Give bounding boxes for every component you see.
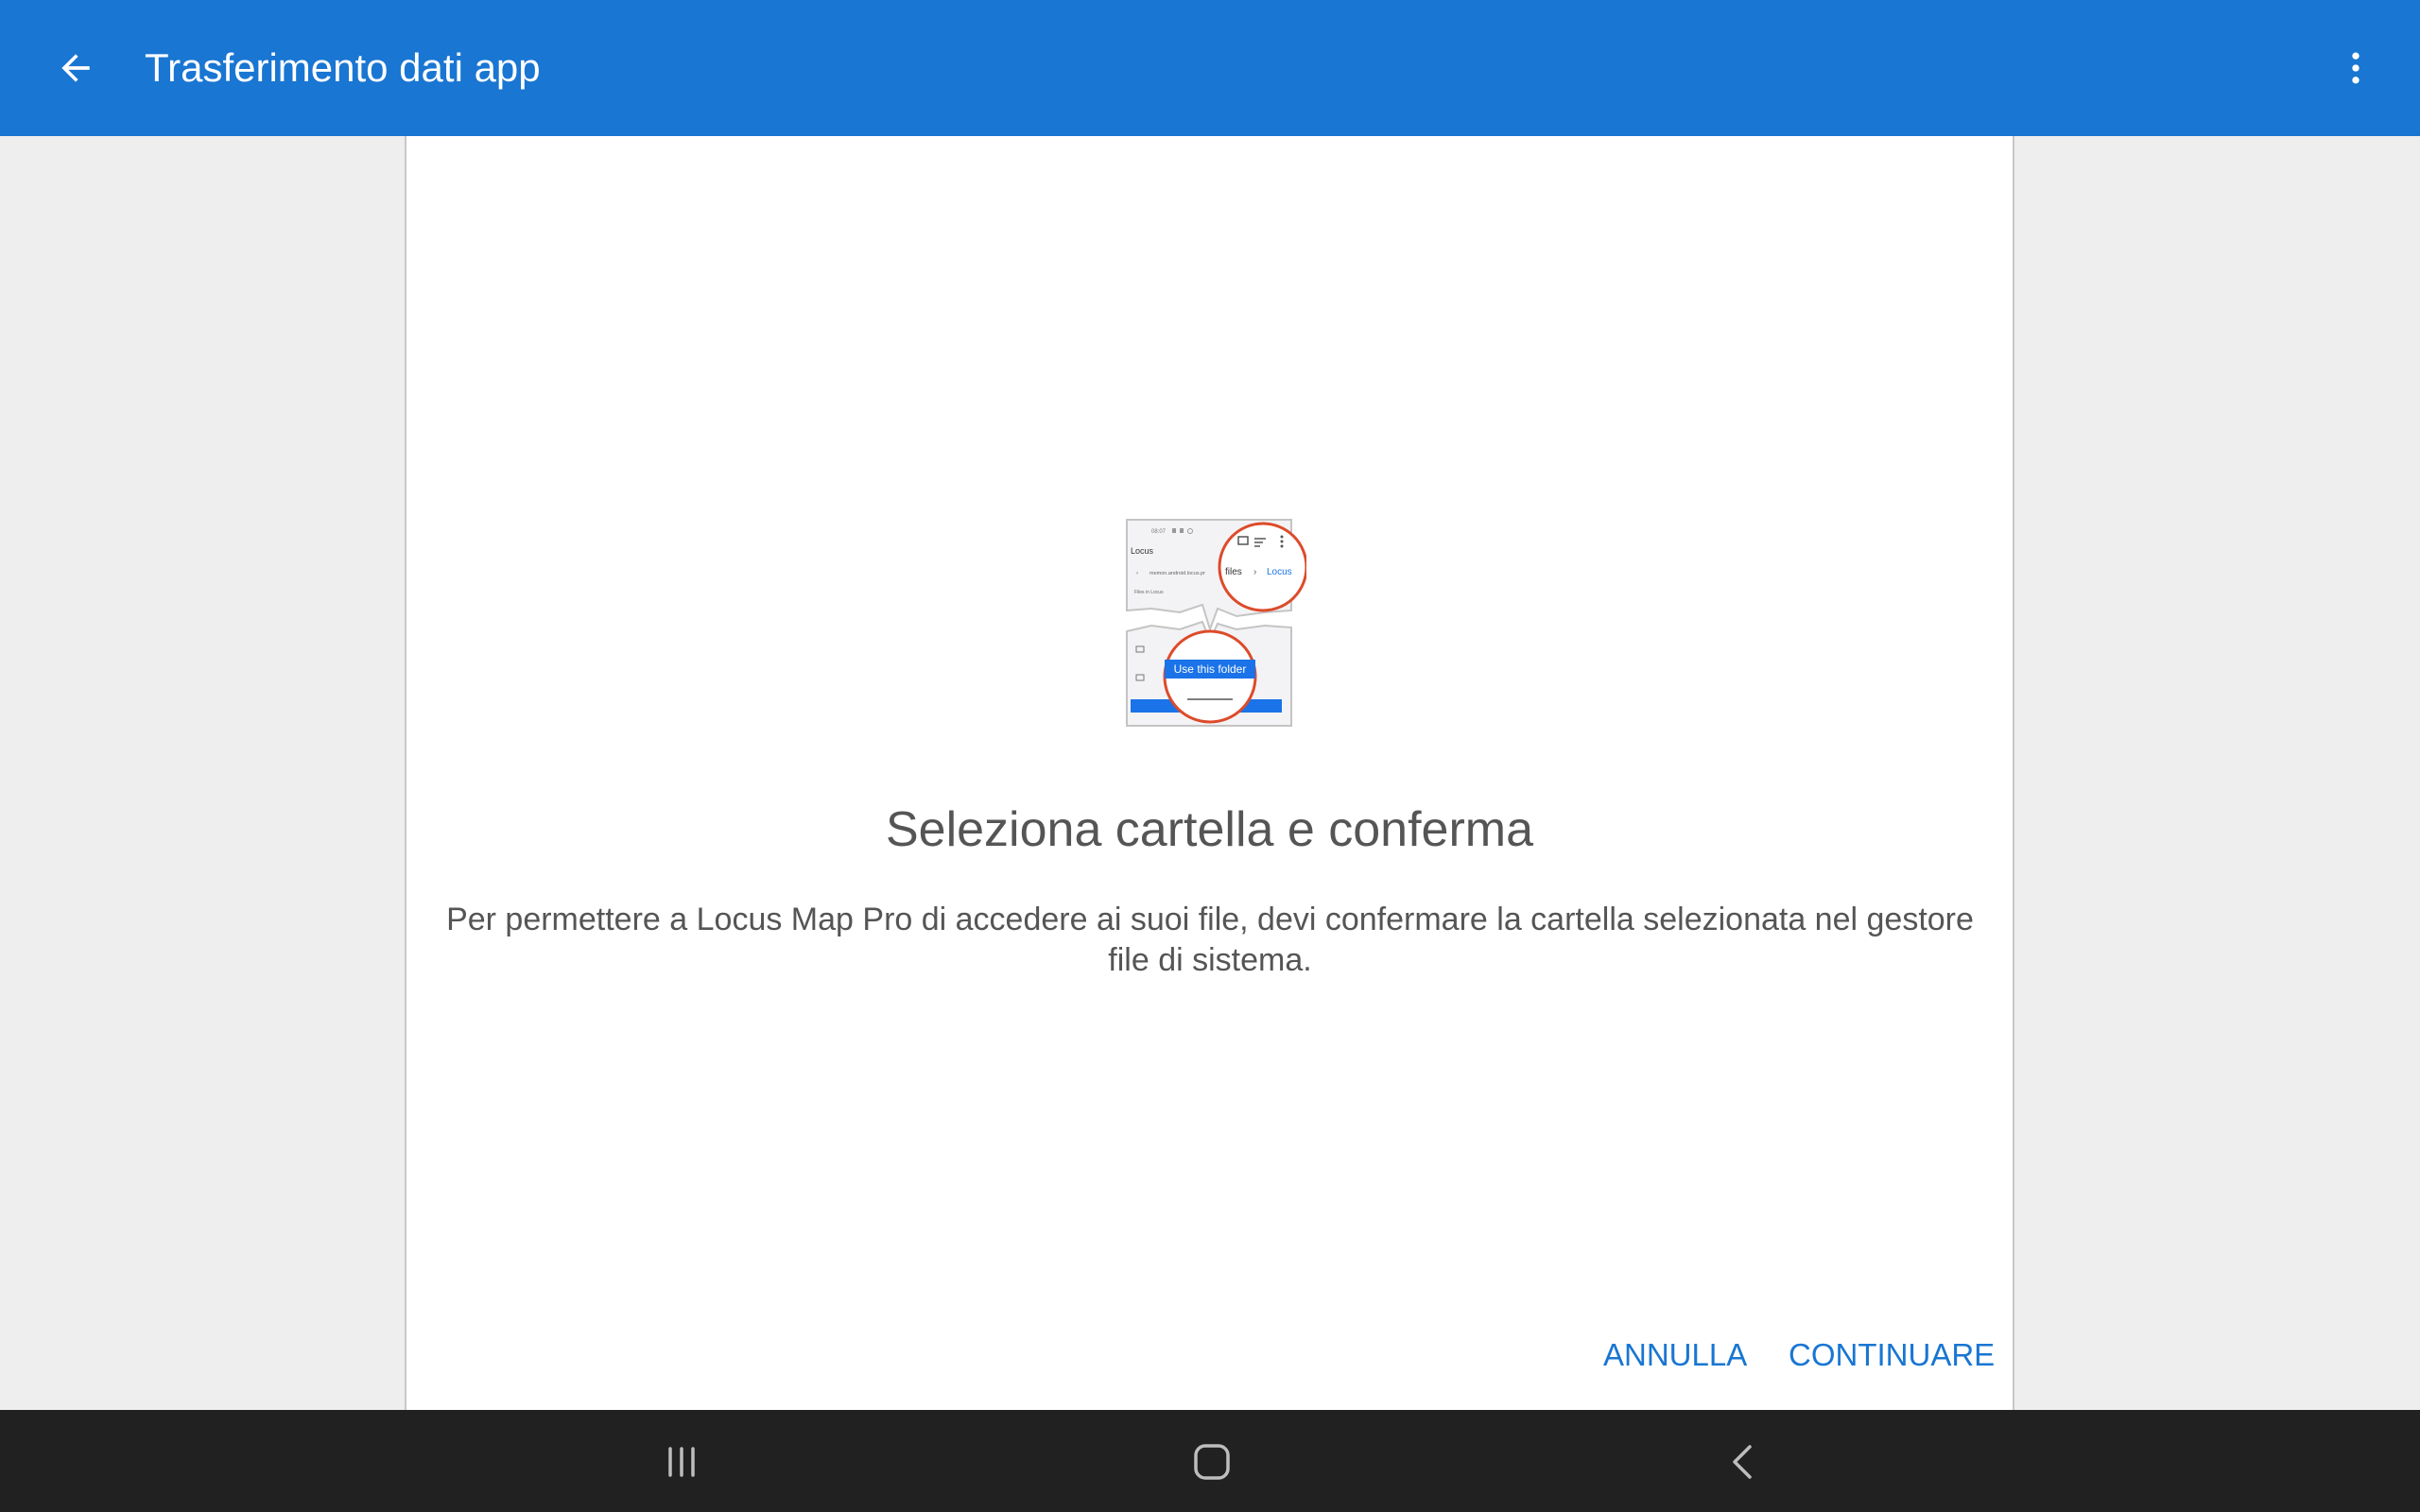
dialog-description: Per permettere a Locus Map Pro di accede…: [446, 902, 1974, 978]
arrow-back-icon: [61, 54, 90, 82]
use-folder-button: Use this folder: [1174, 662, 1247, 676]
folder-path: memon.android.locus.pr: [1150, 571, 1205, 576]
svg-text:›: ›: [1136, 571, 1138, 576]
nav-back-button[interactable]: [1709, 1429, 1775, 1495]
breadcrumb-files: files: [1225, 567, 1242, 577]
recents-button[interactable]: [648, 1429, 715, 1495]
more-options-button[interactable]: [2325, 38, 2386, 98]
app-bar: Trasferimento dati app: [0, 0, 2420, 136]
breadcrumb-locus: Locus: [1267, 567, 1292, 577]
folder-selection-illustration: 08:07 Locus memon.android.locus.pr › Fil…: [1123, 518, 1308, 728]
system-navigation-bar: [0, 1410, 2420, 1512]
content-card: [405, 136, 2014, 1410]
back-button[interactable]: [45, 38, 106, 98]
recent-apps-icon: [668, 1447, 695, 1477]
home-button[interactable]: [1179, 1429, 1245, 1495]
files-list-header: Files in Locus: [1134, 590, 1164, 595]
cancel-button[interactable]: ANNULLA: [1603, 1327, 1747, 1383]
status-time: 08:07: [1151, 529, 1167, 535]
nav-back-icon: [1733, 1445, 1752, 1479]
dialog-heading: Seleziona cartella e conferma: [885, 802, 1534, 857]
home-icon: [1194, 1444, 1230, 1480]
continue-button[interactable]: CONTINUARE: [1789, 1327, 1995, 1383]
page-title: Trasferimento dati app: [145, 45, 541, 90]
svg-text:›: ›: [1253, 567, 1256, 577]
folder-title: Locus: [1131, 546, 1154, 556]
more-vert-icon: [2352, 52, 2360, 84]
